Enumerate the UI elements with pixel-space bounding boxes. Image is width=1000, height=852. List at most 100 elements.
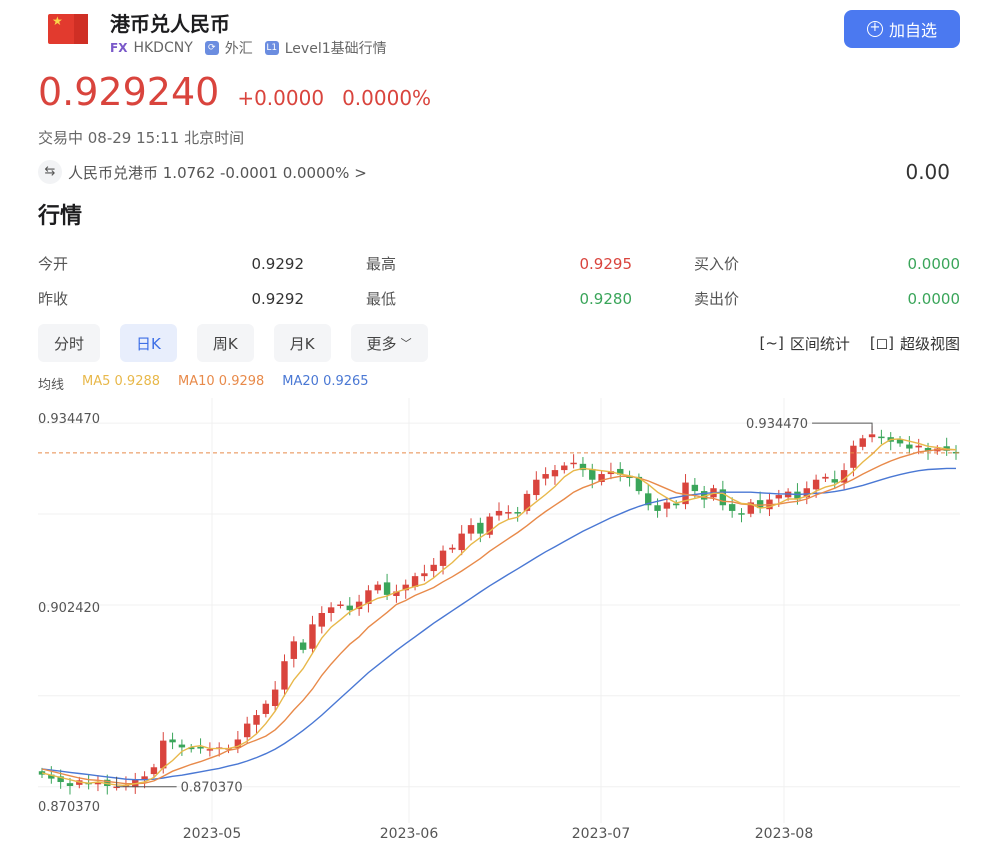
- tab-week[interactable]: 周K: [196, 324, 254, 362]
- y-tick-label: 0.870370: [38, 800, 100, 815]
- ask-value: 0.0000: [907, 289, 961, 308]
- range-stats-icon: [~]: [759, 334, 784, 352]
- kline-chart[interactable]: 0.934470 0.902420 0.870370 2023-05 2023-06 20…: [38, 398, 960, 848]
- chart-tabs: 分时 日K 周K 月K 更多 ﹀ [~] 区间统计 [◻] 超级视图: [38, 324, 960, 362]
- chevron-down-icon: ﹀: [400, 337, 412, 350]
- candle-body: [831, 479, 838, 483]
- candle-body: [812, 479, 820, 490]
- range-stats-label: 区间统计: [789, 334, 850, 353]
- candle-body: [477, 522, 484, 534]
- max-annotation: 0.934470: [746, 417, 808, 432]
- candle-body: [551, 470, 559, 477]
- tab-month[interactable]: 月K: [273, 324, 331, 362]
- price-change: +0.0000: [237, 86, 325, 110]
- tab-minute[interactable]: 分时: [38, 324, 101, 362]
- candle-body: [449, 547, 456, 550]
- range-stats-button[interactable]: [~] 区间统计: [760, 333, 850, 354]
- stats-row: 今开 0.9292 最高 0.9295 买入价 0.0000: [38, 246, 960, 281]
- ma-legend: 均线 MA5 0.9288 MA10 0.9298 MA20 0.9265: [38, 374, 369, 393]
- chart-tools: [~] 区间统计 [◻] 超级视图: [760, 333, 960, 354]
- candle-body: [439, 550, 447, 566]
- symbol-tags: FX HKDCNY ⟳ 外汇 L1 Level1基础行情: [110, 38, 387, 58]
- symbol-code: HKDCNY: [133, 40, 193, 56]
- market-tag: ⟳ 外汇: [204, 38, 253, 58]
- candle-body: [906, 444, 913, 449]
- candle-body: [673, 503, 680, 506]
- min-annotation: 0.870370: [181, 781, 243, 796]
- level-label: Level1基础行情: [284, 41, 387, 57]
- candle-body: [728, 504, 736, 511]
- candle-body: [383, 582, 391, 595]
- candle-body: [533, 479, 540, 496]
- candle-body: [775, 495, 782, 499]
- candle-body: [421, 573, 428, 577]
- candle-body: [160, 740, 167, 769]
- ma10-legend: MA10 0.9298: [178, 374, 265, 389]
- candle-body: [495, 510, 503, 516]
- ask-label: 卖出价: [694, 290, 740, 308]
- tab-day[interactable]: 日K: [120, 324, 177, 362]
- ma-label: 均线: [38, 378, 65, 393]
- candle-body: [505, 512, 512, 514]
- reverse-pair-text: 人民币兑港币 1.0762 -0.0001 0.0000% >: [68, 163, 367, 182]
- candle-body: [738, 513, 745, 515]
- x-tick-label: 2023-05: [183, 826, 242, 842]
- ma5-line: [41, 438, 957, 787]
- candle-body: [458, 533, 465, 551]
- super-chart-label: 超级视图: [899, 334, 960, 353]
- candle-body: [290, 641, 298, 659]
- market-label: 外汇: [224, 41, 253, 57]
- candle-body: [691, 484, 699, 492]
- open-value: 0.9292: [251, 254, 305, 273]
- candle-body: [850, 445, 857, 468]
- max-annotation-line: [812, 422, 873, 434]
- level-icon: L1: [264, 41, 279, 55]
- candle-body: [561, 465, 568, 471]
- low-value: 0.9280: [579, 289, 633, 308]
- candle-body: [169, 739, 176, 743]
- candle-body: [337, 604, 344, 606]
- expand-icon: [◻]: [869, 334, 894, 352]
- candle-body: [654, 505, 661, 511]
- y-tick-label: 0.902420: [38, 601, 100, 616]
- fx-icon: FX: [110, 41, 128, 55]
- high-value: 0.9295: [579, 254, 633, 273]
- candle-body: [299, 642, 307, 650]
- candle-body: [178, 744, 186, 748]
- symbol-tag: FX HKDCNY: [110, 40, 193, 56]
- candle-body: [859, 438, 866, 447]
- candle-body: [346, 605, 353, 611]
- candle-body: [467, 525, 475, 534]
- hk-flag-icon: ★: [48, 14, 88, 44]
- prev-close-label: 昨收: [38, 290, 69, 308]
- reverse-pair-row[interactable]: ⇆ 人民币兑港币 1.0762 -0.0001 0.0000% > 0.00: [38, 159, 950, 185]
- tab-more-label: 更多: [366, 334, 397, 353]
- x-tick-label: 2023-08: [755, 826, 814, 842]
- candle-body: [868, 434, 876, 438]
- bid-value: 0.0000: [907, 254, 961, 273]
- candle-body: [878, 436, 885, 439]
- trading-status: 交易中 08-29 15:11 北京时间: [38, 129, 245, 147]
- low-label: 最低: [366, 290, 397, 308]
- candle-body: [915, 445, 922, 448]
- candle-body: [318, 613, 325, 627]
- x-tick-label: 2023-06: [380, 826, 439, 842]
- candle-body: [589, 468, 596, 480]
- candle-body: [309, 624, 316, 649]
- page-title: 港币兑人民币: [110, 12, 230, 36]
- candle-body: [374, 584, 381, 591]
- open-label: 今开: [38, 255, 69, 273]
- plus-icon: +: [866, 21, 883, 37]
- candle-body: [822, 476, 829, 479]
- add-watchlist-button[interactable]: + 加自选: [844, 10, 960, 48]
- ma10-line: [41, 449, 956, 785]
- candle-body: [570, 462, 577, 465]
- ma20-legend: MA20 0.9265: [282, 374, 369, 389]
- section-title: 行情: [38, 204, 83, 229]
- tab-more[interactable]: 更多 ﹀: [350, 324, 428, 362]
- candle-body: [430, 564, 437, 572]
- swap-icon: ⇆: [38, 160, 62, 184]
- candle-body: [542, 474, 549, 479]
- candle-body: [281, 661, 288, 690]
- super-chart-button[interactable]: [◻] 超级视图: [870, 333, 960, 354]
